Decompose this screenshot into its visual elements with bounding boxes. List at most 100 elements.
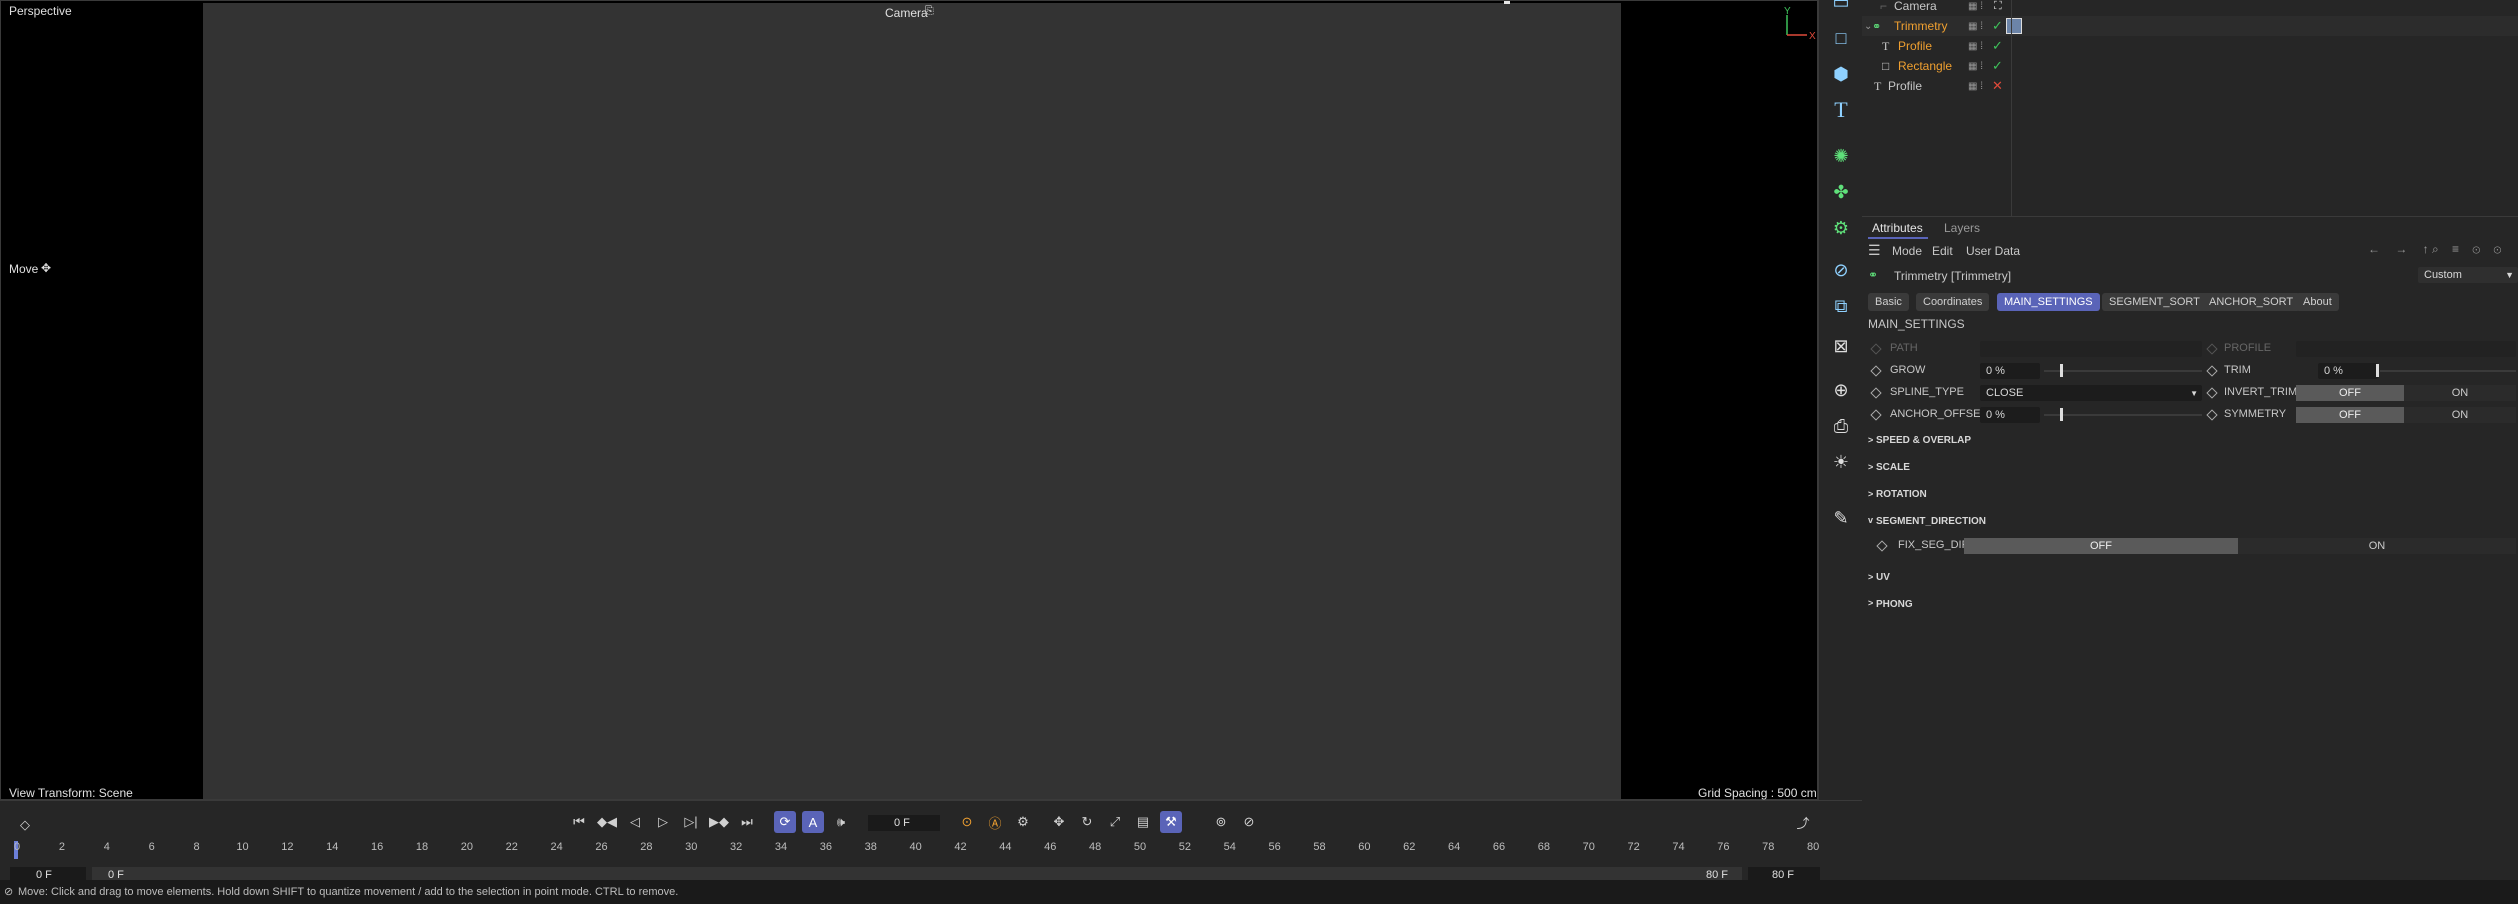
anchor-offset-slider-handle[interactable] — [2060, 408, 2063, 421]
disabled-cross-icon[interactable]: ✕ — [1992, 78, 2003, 94]
object-name[interactable]: Profile — [1888, 79, 1922, 93]
chevron-right-icon[interactable]: > — [1868, 598, 1873, 608]
grow-input[interactable]: 0 % — [1980, 363, 2040, 379]
object-name[interactable]: Profile — [1898, 39, 1932, 53]
object-name[interactable]: Trimmetry — [1894, 19, 1948, 33]
search-filter-lock-icons[interactable]: ⌕ ≡ ⊙ ⊙ — [2432, 242, 2506, 257]
record-icon[interactable]: ⊙ — [956, 811, 978, 833]
grow-slider-handle[interactable] — [2060, 364, 2063, 377]
chevron-right-icon[interactable]: > — [1868, 489, 1873, 499]
chevron-right-icon[interactable]: > — [1868, 462, 1873, 472]
play-icon[interactable]: ▷ — [652, 811, 674, 833]
anchor-offset-input[interactable]: 0 % — [1980, 407, 2040, 423]
rectangle-spline-icon[interactable]: □ — [1827, 24, 1855, 52]
group-segment-direction[interactable]: SEGMENT_DIRECTION — [1876, 516, 1986, 527]
keyframe-diamond-icon[interactable] — [2206, 343, 2218, 355]
object-row-profile[interactable]: T Profile ▦ ⁞ ✓ — [1862, 36, 2518, 56]
menu-user-data[interactable]: User Data — [1966, 244, 2020, 258]
pen-icon[interactable]: ✎ — [1827, 504, 1855, 532]
globe-icon[interactable]: ⊕ — [1827, 376, 1855, 404]
point-level-icon[interactable]: ⚒ — [1160, 811, 1182, 833]
tab-basic[interactable]: Basic — [1868, 293, 1909, 311]
param-key-icon[interactable]: ▤ — [1132, 811, 1154, 833]
loop-icon[interactable]: ⟳ — [774, 811, 796, 833]
visibility-icon[interactable]: ▦ ⁞ — [1968, 21, 1983, 32]
symmetry-off-button[interactable]: OFF — [2296, 407, 2404, 423]
object-row-trimmetry[interactable]: ⌄ ⚭ Trimmetry ▦ ⁞ ✓ — [1862, 16, 2518, 36]
visibility-icon[interactable]: ▦ ⁞ — [1968, 61, 1983, 72]
keyframe-settings-icon[interactable]: ⚙ — [1012, 811, 1034, 833]
top-partial-icon[interactable]: ▭ — [1827, 0, 1855, 16]
cube-icon[interactable]: ⬢ — [1827, 60, 1855, 88]
invert-trim-on-button[interactable]: ON — [2404, 385, 2516, 401]
field-icon[interactable]: ⧉ — [1827, 292, 1855, 320]
menu-edit[interactable]: Edit — [1932, 244, 1953, 258]
group-phong[interactable]: PHONG — [1876, 599, 1913, 610]
chevron-right-icon[interactable]: > — [1868, 435, 1873, 445]
frame-rate-icon[interactable]: A — [802, 811, 824, 833]
keyframe-toggle-icon[interactable]: ◇ — [14, 814, 36, 836]
next-frame-icon[interactable]: ▷| — [680, 811, 702, 833]
symmetry-on-button[interactable]: ON — [2404, 407, 2516, 423]
camera-label[interactable]: Camera — [885, 6, 928, 20]
autokey-icon[interactable]: Ⓐ — [984, 811, 1006, 833]
next-key-icon[interactable]: ▶◆ — [708, 811, 730, 833]
tab-segment-sort[interactable]: SEGMENT_SORT — [2102, 293, 2207, 311]
tab-anchor-sort[interactable]: ANCHOR_SORT — [2202, 293, 2301, 311]
keyframe-diamond-icon[interactable] — [1870, 409, 1882, 421]
spline-type-dropdown[interactable]: CLOSE ▼ — [1980, 385, 2202, 401]
material-tag-icon[interactable] — [2006, 18, 2022, 34]
viewport[interactable]: Perspective Camera ⎘ Move ✥ View Transfo… — [0, 0, 1818, 800]
chevron-down-icon[interactable]: v — [1868, 515, 1873, 525]
tab-about[interactable]: About — [2296, 293, 2339, 311]
gear-icon[interactable]: ⚙ — [1827, 214, 1855, 242]
generator-icon[interactable]: ✺ — [1827, 142, 1855, 170]
object-name[interactable]: Rectangle — [1898, 59, 1952, 73]
rotation-key-icon[interactable]: ↻ — [1076, 811, 1098, 833]
hamburger-menu-icon[interactable]: ☰ — [1868, 242, 1881, 259]
visibility-icon[interactable]: ▦ ⁞ — [1968, 1, 1983, 12]
camera-tool-icon[interactable]: ⎙ — [1827, 412, 1855, 440]
menu-mode[interactable]: Mode — [1892, 244, 1922, 258]
keyframe-diamond-icon[interactable] — [1870, 387, 1882, 399]
tab-attributes[interactable]: Attributes — [1872, 221, 1923, 235]
go-to-end-icon[interactable]: ⏭ — [736, 811, 758, 833]
object-row-rectangle[interactable]: □ Rectangle ▦ ⁞ ✓ — [1862, 56, 2518, 76]
tab-layers[interactable]: Layers — [1944, 221, 1980, 235]
preset-dropdown[interactable]: Custom ▼ — [2418, 267, 2518, 283]
keyframe-diamond-icon[interactable] — [2206, 365, 2218, 377]
group-rotation[interactable]: ROTATION — [1876, 489, 1927, 500]
path-link-field[interactable] — [1980, 341, 2202, 357]
trim-slider[interactable] — [2380, 370, 2516, 372]
visibility-icon[interactable]: ▦ ⁞ — [1968, 41, 1983, 52]
enabled-check-icon[interactable]: ✓ — [1992, 38, 2003, 54]
prev-frame-icon[interactable]: ◁ — [624, 811, 646, 833]
group-speed-overlap[interactable]: SPEED & OVERLAP — [1876, 435, 1971, 446]
motion-clip-icon[interactable]: ⊚ — [1210, 811, 1232, 833]
grow-slider[interactable] — [2044, 370, 2202, 372]
cloner-icon[interactable]: ✤ — [1827, 178, 1855, 206]
scene-icon[interactable]: ⊠ — [1827, 332, 1855, 360]
trim-slider-handle[interactable] — [2376, 364, 2379, 377]
keyframe-diamond-icon[interactable] — [1870, 365, 1882, 377]
visibility-icon[interactable]: ▦ ⁞ — [1968, 81, 1983, 92]
timeline-settings-icon[interactable]: ⊘ — [1238, 811, 1260, 833]
go-to-start-icon[interactable]: ⏮ — [568, 811, 590, 833]
trim-input[interactable]: 0 % — [2318, 363, 2378, 379]
chevron-right-icon[interactable]: > — [1868, 572, 1873, 582]
light-icon[interactable]: ☀ — [1827, 448, 1855, 476]
keyframe-diamond-icon[interactable] — [1870, 343, 1882, 355]
enabled-check-icon[interactable]: ✓ — [1992, 58, 2003, 74]
object-name[interactable]: Camera — [1894, 0, 1937, 13]
group-scale[interactable]: SCALE — [1876, 462, 1910, 473]
scale-key-icon[interactable]: ⤢ — [1104, 811, 1126, 833]
group-uv[interactable]: UV — [1876, 572, 1890, 583]
keyframe-diamond-icon[interactable] — [2206, 387, 2218, 399]
fcurve-icon[interactable]: ⤴ — [1792, 811, 1814, 833]
camera-tag-icon[interactable]: ⛶ — [1994, 0, 2002, 13]
fix-seg-dir-off-button[interactable]: OFF — [1964, 538, 2238, 554]
fix-seg-dir-on-button[interactable]: ON — [2238, 538, 2516, 554]
viewport-handle[interactable] — [1504, 1, 1510, 4]
object-row-profile-2[interactable]: T Profile ▦ ⁞ ✕ — [1862, 76, 2518, 96]
deformer-icon[interactable]: ⊘ — [1827, 256, 1855, 284]
